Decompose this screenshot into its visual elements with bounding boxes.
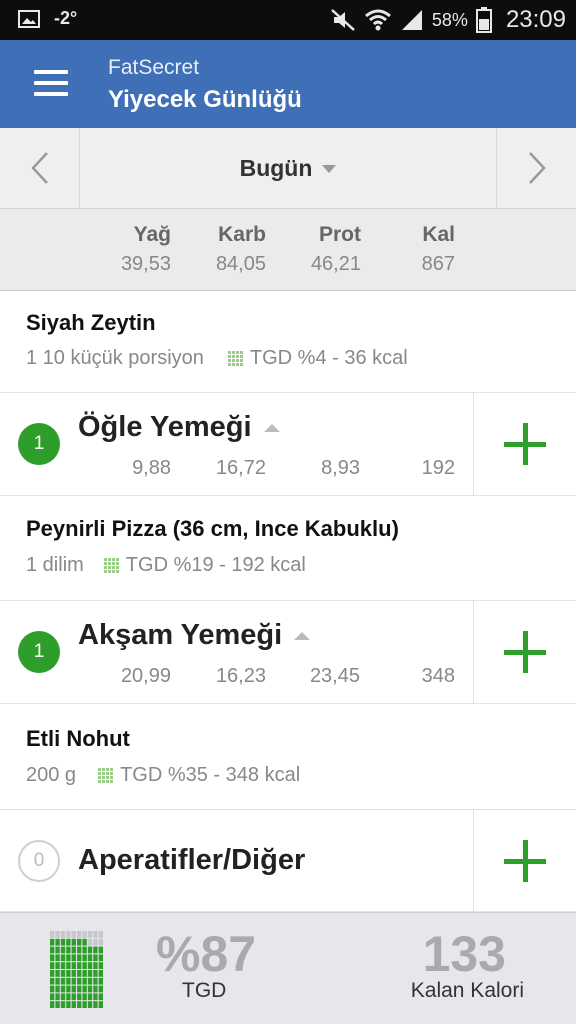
meal-section-lunch[interactable]: 1 Öğle Yemeği 9,88 16,72 8,93 192 bbox=[0, 393, 576, 496]
add-dinner-button[interactable] bbox=[473, 601, 576, 703]
grid-icon bbox=[103, 557, 119, 573]
remaining-calories: 133 bbox=[422, 926, 506, 982]
plus-icon bbox=[504, 423, 546, 465]
meal-protein: 23,45 bbox=[309, 665, 360, 687]
grid-icon bbox=[98, 767, 114, 783]
meal-fat: 9,88 bbox=[132, 457, 171, 479]
protein-total: 46,21 bbox=[310, 253, 361, 275]
collapse-icon[interactable] bbox=[263, 423, 280, 432]
dropdown-icon bbox=[322, 165, 337, 173]
date-label: Bugün bbox=[239, 154, 313, 181]
food-name: Etli Nohut bbox=[26, 726, 130, 751]
date-navigator: Bugün bbox=[0, 128, 576, 209]
mute-icon bbox=[331, 9, 355, 31]
meal-calories: 348 bbox=[421, 665, 455, 687]
fat-total: 39,53 bbox=[120, 253, 171, 275]
meal-carb: 16,23 bbox=[215, 665, 266, 687]
app-name: FatSecret bbox=[108, 56, 200, 79]
battery-percent: 58% bbox=[431, 9, 468, 30]
meal-name: Akşam Yemeği bbox=[78, 619, 283, 651]
carb-total: 84,05 bbox=[215, 253, 266, 275]
meal-title-wrap: Aperatifler/Diğer bbox=[78, 844, 305, 877]
meal-calories: 192 bbox=[421, 457, 455, 479]
meal-name: Aperatifler/Diğer bbox=[78, 844, 306, 876]
date-selector[interactable]: Bugün bbox=[80, 128, 496, 208]
carb-header: Karb bbox=[218, 223, 266, 246]
signal-icon bbox=[401, 10, 422, 30]
meal-carb: 16,72 bbox=[215, 457, 266, 479]
rdi-label: TGD bbox=[182, 979, 227, 1002]
daily-totals: Yağ 39,53 Karb 84,05 Prot 46,21 Kal 867 bbox=[0, 209, 576, 291]
food-serving: 1 dilim bbox=[26, 554, 84, 576]
meal-section-dinner[interactable]: 1 Akşam Yemeği 20,99 16,23 23,45 348 bbox=[0, 601, 576, 704]
calorie-header: Kal bbox=[422, 223, 455, 246]
protein-header: Prot bbox=[319, 223, 361, 246]
food-detail: 1 10 küçük porsiyon TGD %4 - 36 kcal bbox=[26, 347, 408, 370]
food-item-peynirli-pizza[interactable]: Peynirli Pizza (36 cm, Ince Kabuklu) 1 d… bbox=[0, 496, 576, 601]
food-detail: 1 dilim TGD %19 - 192 kcal bbox=[26, 554, 306, 577]
menu-icon[interactable] bbox=[34, 70, 68, 96]
food-serving: 200 g bbox=[26, 764, 77, 786]
chevron-left-icon bbox=[30, 152, 48, 184]
food-rdi: TGD %4 - 36 kcal bbox=[249, 347, 408, 369]
meal-title-wrap: Akşam Yemeği bbox=[78, 619, 311, 652]
rdi-percent: %87 bbox=[156, 926, 257, 982]
battery-icon bbox=[475, 7, 492, 33]
next-day-button[interactable] bbox=[496, 128, 576, 208]
remaining-calories-label: Kalan Kalori bbox=[410, 979, 524, 1002]
food-rdi: TGD %35 - 348 kcal bbox=[120, 764, 301, 786]
carb-column: Karb 84,05 bbox=[176, 223, 266, 276]
meal-name: Öğle Yemeği bbox=[78, 411, 252, 443]
grid-icon bbox=[227, 350, 243, 366]
image-icon bbox=[18, 9, 40, 28]
chevron-right-icon bbox=[528, 152, 546, 184]
page-title: Yiyecek Günlüğü bbox=[108, 86, 302, 113]
food-name: Peynirli Pizza (36 cm, Ince Kabuklu) bbox=[26, 516, 399, 541]
plus-icon bbox=[504, 839, 546, 882]
plus-icon bbox=[504, 631, 546, 673]
meal-title-wrap: Öğle Yemeği bbox=[78, 411, 280, 444]
meal-item-count: 0 bbox=[18, 840, 60, 882]
calorie-total: 867 bbox=[421, 253, 455, 275]
add-snack-button[interactable] bbox=[473, 810, 576, 911]
food-item-etli-nohut[interactable]: Etli Nohut 200 g TGD %35 - 348 kcal bbox=[0, 704, 576, 810]
protein-column: Prot 46,21 bbox=[271, 223, 361, 276]
food-item-siyah-zeytin[interactable]: Siyah Zeytin 1 10 küçük porsiyon TGD %4 … bbox=[0, 291, 576, 393]
food-serving: 1 10 küçük porsiyon bbox=[26, 347, 204, 369]
temperature: -2° bbox=[54, 8, 78, 28]
meal-fat: 20,99 bbox=[120, 665, 171, 687]
meal-item-count: 1 bbox=[18, 423, 60, 465]
meal-protein: 8,93 bbox=[321, 457, 360, 479]
daily-summary: %87 TGD 133 Kalan Kalori bbox=[0, 912, 576, 1024]
fat-column: Yağ 39,53 bbox=[81, 223, 171, 276]
meal-section-snacks[interactable]: 0 Aperatifler/Diğer bbox=[0, 810, 576, 912]
food-rdi: TGD %19 - 192 kcal bbox=[125, 554, 306, 576]
previous-day-button[interactable] bbox=[0, 128, 80, 208]
add-lunch-button[interactable] bbox=[473, 393, 576, 495]
calorie-column: Kal 867 bbox=[365, 223, 455, 276]
status-bar: -2° 58% 23:09 bbox=[0, 0, 576, 40]
food-name: Siyah Zeytin bbox=[26, 310, 156, 335]
fat-header: Yağ bbox=[133, 223, 171, 246]
rdi-progress-grid bbox=[50, 931, 103, 1008]
wifi-icon bbox=[364, 9, 391, 31]
app-bar: FatSecret Yiyecek Günlüğü bbox=[0, 40, 576, 128]
collapse-icon[interactable] bbox=[294, 631, 311, 640]
clock: 23:09 bbox=[505, 6, 566, 33]
food-detail: 200 g TGD %35 - 348 kcal bbox=[26, 764, 300, 787]
meal-item-count: 1 bbox=[18, 631, 60, 673]
